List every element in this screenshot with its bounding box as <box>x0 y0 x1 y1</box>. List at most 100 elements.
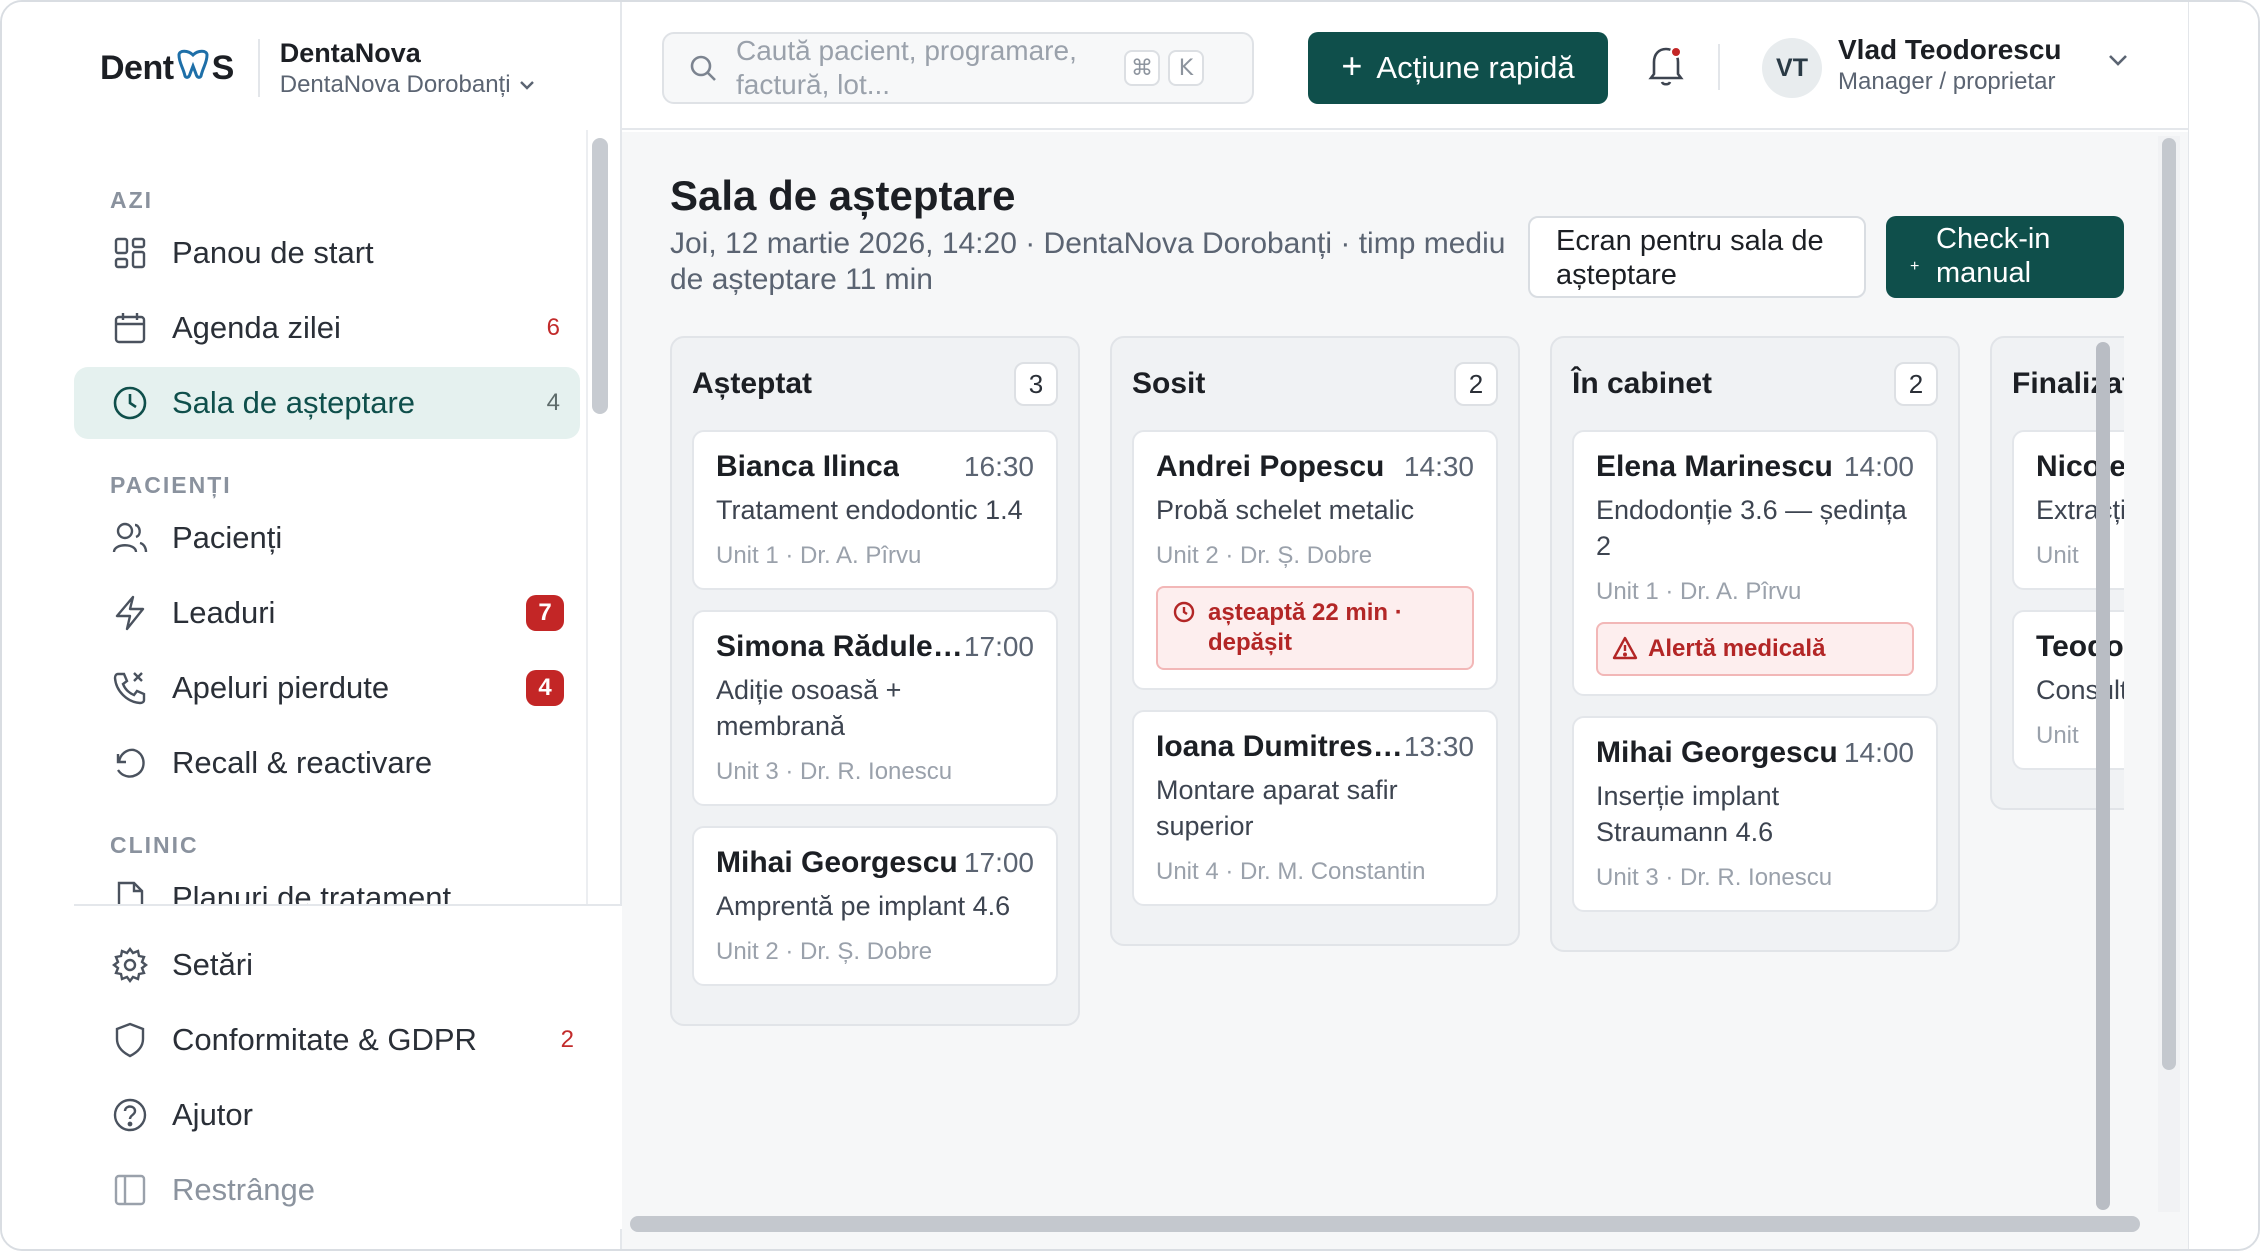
sidebar-item-waiting-room[interactable]: Sala de așteptare 4 <box>74 367 580 439</box>
sidebar-collapse-icon <box>110 1170 150 1210</box>
window-margin <box>2188 2 2258 1249</box>
search-input[interactable]: Caută pacient, programare, factură, lot.… <box>662 32 1254 104</box>
sidebar-item-settings[interactable]: Setări <box>74 929 594 1001</box>
search-icon <box>690 55 716 81</box>
shortcut-k-key: K <box>1168 50 1204 86</box>
bolt-icon <box>110 593 150 633</box>
waiting-count: 4 <box>546 389 560 416</box>
clinic-switcher[interactable]: DentaNova DentaNova Dorobanți <box>280 36 535 100</box>
sidebar-nav: AZI Panou de start Agenda zilei 6 Sala d… <box>74 130 614 904</box>
avatar[interactable]: VT <box>1762 38 1822 98</box>
column-title: În cabinet <box>1572 367 1713 400</box>
main-vertical-scrollbar[interactable] <box>2162 138 2176 1070</box>
section-patients: PACIENȚI <box>110 472 232 498</box>
patient-card[interactable]: Andrei Popescu 14:30 Probă schelet metalic… <box>1132 430 1498 690</box>
user-name[interactable]: Vlad Teodorescu <box>1838 34 2062 66</box>
board-scrollbar[interactable] <box>2096 342 2110 1210</box>
sidebar-item-treatment-plans[interactable]: Planuri de tratament <box>74 862 580 904</box>
patient-name: Teodor <box>2036 630 2124 663</box>
card-header: Andrei Popescu 14:30 <box>1156 450 1474 484</box>
appointment-time: 13:30 <box>1403 731 1474 762</box>
card-header: Ioana Dumitrescu 13:30 <box>1156 730 1474 764</box>
patient-card[interactable]: Mihai Georgescu 17:00 Amprentă pe implant … <box>692 826 1058 986</box>
gear-icon <box>110 945 150 985</box>
users-icon <box>110 518 150 558</box>
patient-card[interactable]: Ioana Dumitrescu 13:30 Montare aparat safi… <box>1132 710 1498 906</box>
agenda-count: 6 <box>546 314 560 341</box>
sidebar-item-agenda[interactable]: Agenda zilei 6 <box>74 292 580 364</box>
sidebar-item-missed-calls[interactable]: Apeluri pierdute 4 <box>74 652 580 724</box>
unit-doctor: Unit 1 · Dr. A. Pîrvu <box>716 542 922 569</box>
quick-action-label: Acțiune rapidă <box>1376 50 1575 85</box>
patient-card[interactable]: Bianca Ilinca 16:30 Tratament endodontic 1… <box>692 430 1058 590</box>
notification-dot <box>1670 46 1682 58</box>
top-bar: Caută pacient, programare, factură, lot.… <box>622 2 2188 130</box>
card-header: Elena Marinescu 14:00 <box>1596 450 1914 484</box>
chevron-down-icon[interactable] <box>2108 54 2128 66</box>
patient-name: Nicoleta <box>2036 450 2124 483</box>
card-header: Simona Rădulescu 17:00 <box>716 630 1034 664</box>
appointment-time: 14:00 <box>1843 737 1914 768</box>
sidebar-item-label: Apeluri pierdute <box>172 670 390 705</box>
app-window: Dent S DentaNova DentaNova Dorobanți AZI <box>0 0 2260 1251</box>
unit-doctor: Unit 2 · Dr. Ș. Dobre <box>1156 542 1373 569</box>
sidebar: Dent S DentaNova DentaNova Dorobanți AZI <box>2 2 622 1249</box>
header-divider <box>1718 44 1720 90</box>
sidebar-item-label: Panou de start <box>172 235 374 270</box>
patient-card[interactable]: Mihai Georgescu 14:00 Inserție implant Str… <box>1572 716 1938 912</box>
sidebar-item-help[interactable]: Ajutor <box>74 1079 594 1151</box>
sidebar-item-label: Ajutor <box>172 1097 253 1132</box>
page-subtitle: Joi, 12 martie 2026, 14:20 · DentaNova D… <box>670 227 1506 296</box>
shortcut-cmd-key: ⌘ <box>1124 50 1160 86</box>
sidebar-item-leads[interactable]: Leaduri 7 <box>74 577 580 649</box>
unit-doctor: Unit 3 · Dr. R. Ionescu <box>1596 864 1833 891</box>
sidebar-item-label: Restrânge <box>172 1172 316 1207</box>
appointment-time: 14:30 <box>1403 451 1474 482</box>
branch-selector[interactable]: DentaNova Dorobanți <box>280 70 535 100</box>
card-header: Teodor <box>2036 630 2124 664</box>
missed-calls-badge: 4 <box>526 670 564 706</box>
patient-card[interactable]: Elena Marinescu 14:00 Endodonție 3.6 — șed… <box>1572 430 1938 696</box>
sidebar-item-label: Recall & reactivare <box>172 745 433 780</box>
overdue-badge: așteaptă 22 min · depășit <box>1156 586 1474 670</box>
unit-doctor: Unit 4 · Dr. M. Constantin <box>1156 858 1426 885</box>
procedure: Consult plan <box>2036 675 2124 705</box>
sidebar-item-patients[interactable]: Pacienți <box>74 502 580 574</box>
patient-name: Elena Marinescu <box>1596 450 1833 483</box>
sidebar-item-label: Leaduri <box>172 595 276 630</box>
plus-icon: + <box>1910 258 1920 275</box>
column-count: 3 <box>1014 362 1058 406</box>
sidebar-item-label: Conformitate & GDPR <box>172 1022 477 1057</box>
clock-icon <box>110 383 150 423</box>
quick-action-button[interactable]: + Acțiune rapidă <box>1308 32 1608 104</box>
sidebar-footer: Setări Conformitate & GDPR 2 Ajutor Rest… <box>74 904 622 1229</box>
patient-card[interactable]: Simona Rădulescu 17:00 Adiție osoasă + mem… <box>692 610 1058 806</box>
notifications-button[interactable] <box>1646 42 1692 90</box>
main-content: Sala de așteptare Joi, 12 martie 2026, 1… <box>622 132 2188 1249</box>
alert-text: Alertă medicală <box>1648 635 1826 662</box>
dashboard-icon <box>110 233 150 273</box>
sidebar-item-dashboard[interactable]: Panou de start <box>74 217 580 289</box>
search-placeholder: Caută pacient, programare, factură, lot.… <box>736 35 1077 100</box>
card-header: Nicoleta <box>2036 450 2124 484</box>
procedure: Extracție consult <box>2036 495 2124 525</box>
tooth-icon <box>176 49 210 88</box>
sidebar-item-label: Sala de așteptare <box>172 385 416 420</box>
collapse-sidebar-button[interactable]: Restrânge <box>74 1154 594 1226</box>
manual-checkin-button[interactable]: + Check-in manual <box>1886 216 2124 298</box>
unit-doctor: Unit <box>2036 722 2079 749</box>
section-today: AZI <box>110 187 154 213</box>
column-title: Sosit <box>1132 367 1206 400</box>
brand[interactable]: Dent S DentaNova DentaNova Dorobanți <box>100 36 535 100</box>
main-horizontal-scrollbar[interactable] <box>630 1216 2140 1232</box>
patient-name: Simona Rădulescu <box>716 630 964 663</box>
manual-checkin-label: Check-in manual <box>1936 223 2051 289</box>
sidebar-item-compliance[interactable]: Conformitate & GDPR 2 <box>74 1004 594 1076</box>
appointment-time: 17:00 <box>963 847 1034 878</box>
sidebar-item-label: Planuri de tratament <box>172 880 452 904</box>
kanban-board: Așteptat 3 Bianca Ilinca 16:30 Tratament end… <box>670 336 2124 1210</box>
unit-doctor: Unit <box>2036 542 2079 569</box>
sidebar-item-recall[interactable]: Recall & reactivare <box>74 727 580 799</box>
waiting-screen-button[interactable]: Ecran pentru sala de așteptare <box>1528 216 1866 298</box>
help-icon <box>110 1095 150 1135</box>
